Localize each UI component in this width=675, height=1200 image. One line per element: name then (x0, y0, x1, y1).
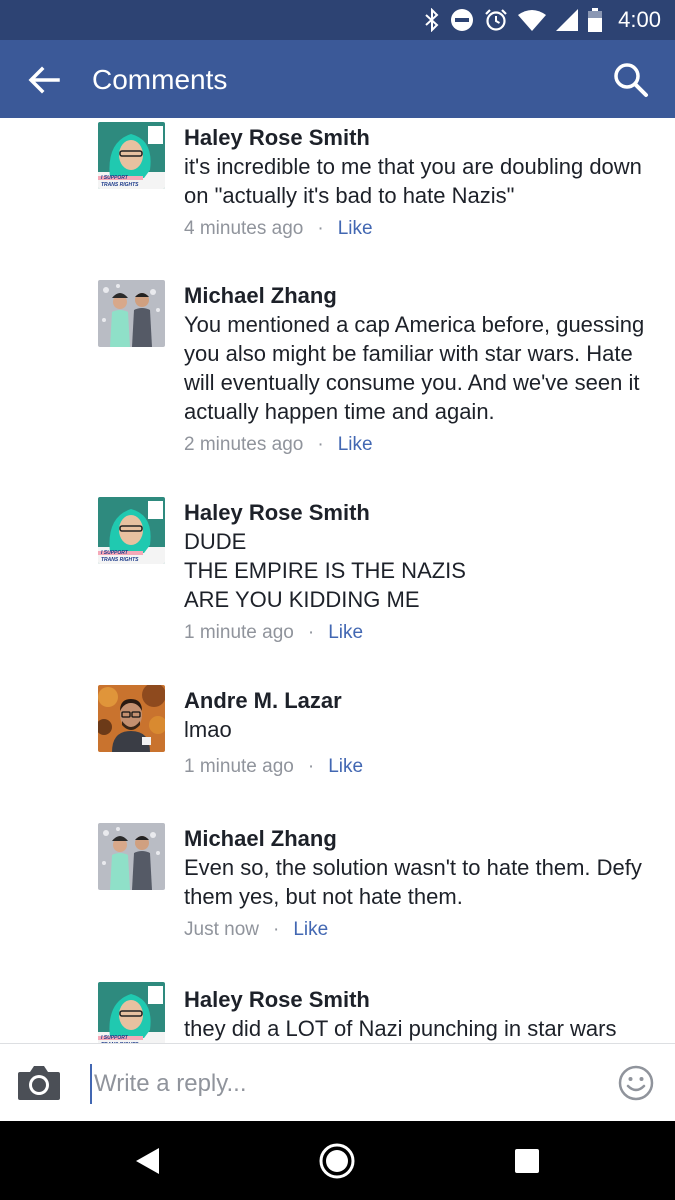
camera-icon[interactable] (16, 1062, 62, 1104)
like-button[interactable]: Like (328, 622, 363, 643)
like-button[interactable]: Like (293, 919, 328, 940)
svg-text:TRANS RIGHTS: TRANS RIGHTS (101, 557, 139, 563)
separator-dot: · (272, 919, 280, 940)
nav-home-icon (319, 1143, 355, 1179)
like-button[interactable]: Like (328, 756, 363, 777)
comment-body: Michael Zhang You mentioned a cap Americ… (184, 281, 655, 459)
comment-author[interactable]: Andre M. Lazar (184, 686, 655, 715)
michael-zhang-avatar[interactable] (98, 823, 165, 890)
comment-body: Michael Zhang Even so, the solution wasn… (184, 824, 655, 944)
comment-list[interactable]: I SUPPORT TRANS RIGHTS Haley Rose Smith … (0, 118, 675, 1043)
comment-text: they did a LOT of Nazi punching in star … (184, 1016, 617, 1041)
alarm-icon (485, 9, 507, 31)
comment-body: Haley Rose Smith they did a LOT of Nazi … (184, 985, 655, 1043)
svg-text:I SUPPORT: I SUPPORT (101, 550, 129, 556)
reply-input[interactable] (90, 1064, 570, 1104)
comment-meta: 2 minutes ago · Like (184, 430, 655, 459)
wifi-icon (518, 10, 547, 31)
comment-meta: 1 minute ago · Like (184, 752, 655, 781)
navigation-bar (0, 1121, 675, 1200)
comment-meta: 4 minutes ago · Like (184, 214, 655, 243)
comment-time: 2 minutes ago (184, 434, 304, 455)
search-button[interactable] (609, 58, 653, 102)
comment-body: Haley Rose Smith DUDE THE EMPIRE IS THE … (184, 498, 655, 647)
comment-author[interactable]: Haley Rose Smith (184, 985, 655, 1014)
comment-body: Haley Rose Smith it's incredible to me t… (184, 123, 655, 243)
back-arrow-icon (28, 66, 60, 94)
svg-text:I SUPPORT: I SUPPORT (101, 175, 129, 181)
comment-text: Even so, the solution wasn't to hate the… (184, 855, 642, 909)
like-button[interactable]: Like (338, 434, 373, 455)
comment-text: You mentioned a cap America before, gues… (184, 312, 645, 424)
comment-author[interactable]: Michael Zhang (184, 281, 655, 310)
comment-author[interactable]: Haley Rose Smith (184, 123, 655, 152)
comment-text: DUDE THE EMPIRE IS THE NAZIS ARE YOU KID… (184, 529, 466, 612)
status-bar: 4:00 (0, 0, 675, 40)
app-bar: Comments (0, 40, 675, 118)
andre-m-lazar-avatar[interactable] (98, 685, 165, 752)
battery-icon (588, 8, 603, 32)
back-button[interactable] (22, 60, 66, 100)
search-icon (614, 63, 648, 97)
nav-recents-button[interactable] (505, 1139, 549, 1183)
comment-text: lmao (184, 717, 232, 742)
haley-rose-smith-avatar[interactable]: I SUPPORT TRANS RIGHTS (98, 122, 165, 189)
reply-bar (0, 1043, 675, 1121)
emoji-icon[interactable] (617, 1064, 655, 1102)
comment-meta: 1 minute ago · Like (184, 618, 655, 647)
status-icons: 4:00 (424, 0, 661, 40)
status-time: 4:00 (618, 7, 661, 32)
comment-time: Just now (184, 919, 259, 940)
comment-time: 1 minute ago (184, 756, 294, 777)
cellular-signal-icon (556, 9, 579, 31)
nav-recents-icon (515, 1149, 539, 1173)
svg-text:TRANS RIGHTS: TRANS RIGHTS (101, 182, 139, 188)
haley-rose-smith-avatar[interactable]: I SUPPORT TRANS RIGHTS (98, 982, 165, 1043)
haley-rose-smith-avatar[interactable]: I SUPPORT TRANS RIGHTS (98, 497, 165, 564)
do-not-disturb-icon (451, 9, 474, 31)
comment-time: 1 minute ago (184, 622, 294, 643)
like-button[interactable]: Like (338, 218, 373, 239)
separator-dot: · (307, 622, 315, 643)
bluetooth-icon (425, 8, 439, 32)
nav-back-icon (136, 1148, 159, 1174)
comment-meta: Just now · Like (184, 915, 655, 944)
comment-author[interactable]: Michael Zhang (184, 824, 655, 853)
comment-author[interactable]: Haley Rose Smith (184, 498, 655, 527)
separator-dot: · (317, 434, 324, 455)
comment-text: it's incredible to me that you are doubl… (184, 154, 642, 208)
nav-home-button[interactable] (315, 1139, 359, 1183)
michael-zhang-avatar[interactable] (98, 280, 165, 347)
comment-time: 4 minutes ago (184, 218, 304, 239)
svg-text:I SUPPORT: I SUPPORT (101, 1035, 129, 1041)
comment-body: Andre M. Lazar lmao 1 minute ago · Like (184, 686, 655, 781)
page-title: Comments (92, 64, 228, 95)
separator-dot: · (307, 756, 315, 777)
nav-back-button[interactable] (125, 1139, 169, 1183)
separator-dot: · (317, 218, 324, 239)
